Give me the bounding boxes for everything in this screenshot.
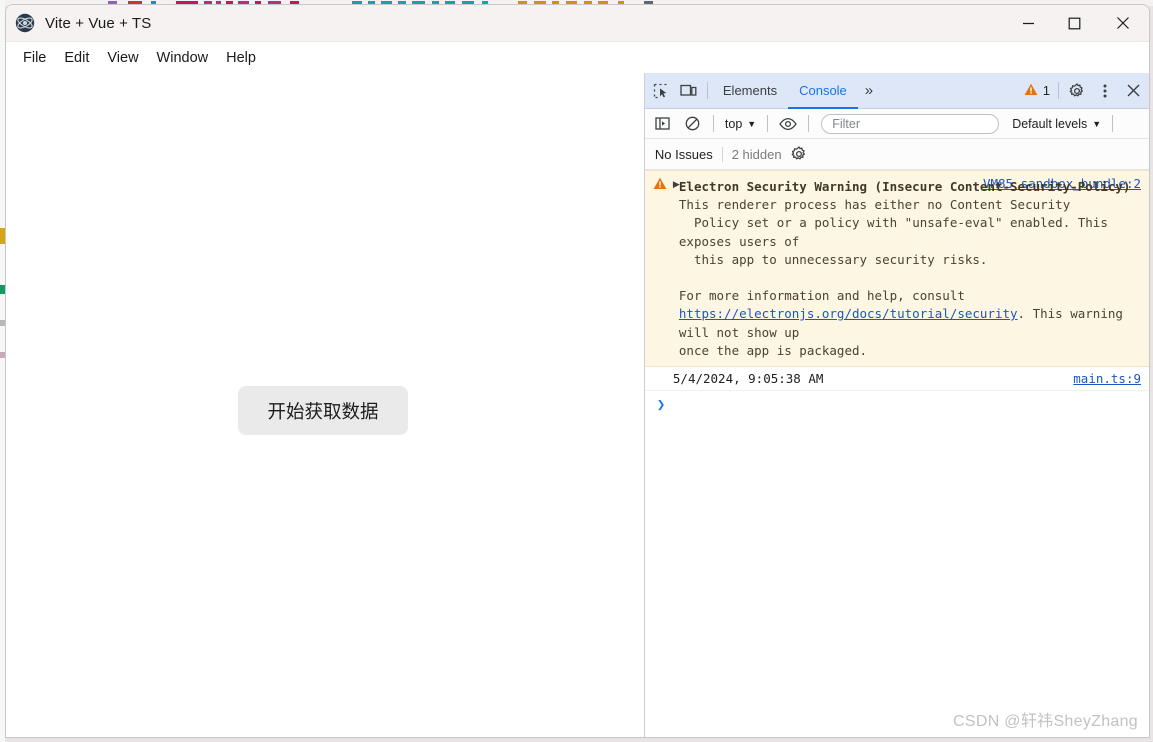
filterbar-divider-4: [1112, 115, 1114, 132]
warning-message-body: Electron Security Warning (Insecure Cont…: [653, 178, 1141, 360]
title-bar: Vite + Vue + TS: [6, 5, 1149, 42]
issues-bar: No Issues 2 hidden: [644, 139, 1149, 170]
warning-title: Electron Security Warning (Insecure Cont…: [678, 179, 1131, 194]
issues-divider: [721, 146, 723, 162]
console-filter-input[interactable]: [821, 113, 1000, 134]
console-message-list[interactable]: ▶ VM85 sandbox_bundle:2 Electron Securit…: [644, 170, 1149, 737]
console-sidebar-icon[interactable]: [649, 110, 677, 138]
more-vertical-icon[interactable]: [1091, 77, 1119, 105]
devtools-panel: Elements Console » 1 top ▼ Filter Defaul…: [643, 73, 1149, 737]
window-title: Vite + Vue + TS: [45, 14, 152, 32]
execution-context-select[interactable]: top ▼: [720, 117, 761, 131]
log-levels-select[interactable]: Default levels ▼: [1007, 117, 1106, 131]
live-expression-icon[interactable]: [774, 110, 802, 138]
menu-item-file[interactable]: File: [14, 47, 55, 69]
menu-item-edit[interactable]: Edit: [55, 47, 98, 69]
tab-elements[interactable]: Elements: [712, 73, 788, 109]
log-message-text: 5/4/2024, 9:05:38 AM: [672, 371, 824, 387]
menu-item-help[interactable]: Help: [217, 47, 265, 69]
app-window: Vite + Vue + TS File Edit View Window He…: [5, 4, 1150, 738]
gear-icon[interactable]: [1063, 77, 1091, 105]
warning-line-4: For more information and help, consult: [678, 288, 965, 304]
chevron-down-icon: ▼: [747, 118, 757, 129]
context-label: top: [724, 116, 743, 131]
log-source-link[interactable]: main.ts:9: [1073, 371, 1141, 386]
console-prompt-row[interactable]: ❯: [645, 391, 1149, 419]
menu-item-view[interactable]: View: [98, 47, 147, 69]
filterbar-divider: [712, 115, 714, 132]
console-filter-bar: top ▼ Default levels ▼: [644, 109, 1149, 139]
prompt-caret-icon: ❯: [656, 397, 666, 414]
warning-triangle-icon: [1024, 83, 1038, 99]
warning-line-3: this app to unnecessary security risks.: [678, 251, 988, 267]
window-controls: [1005, 5, 1149, 41]
csdn-watermark: CSDN @轩祎SheyZhang: [953, 713, 1138, 730]
issues-settings-gear-icon[interactable]: [791, 146, 807, 162]
close-button[interactable]: [1097, 5, 1149, 41]
maximize-button[interactable]: [1051, 5, 1097, 41]
no-issues-label[interactable]: No Issues: [655, 147, 713, 162]
warning-line-6: once the app is packaged.: [678, 342, 868, 358]
tab-console[interactable]: Console: [788, 73, 858, 109]
console-warning-entry[interactable]: ▶ VM85 sandbox_bundle:2 Electron Securit…: [644, 170, 1149, 368]
device-toolbar-icon[interactable]: [675, 77, 703, 105]
filterbar-divider-3: [808, 115, 810, 132]
log-levels-label: Default levels: [1012, 116, 1088, 131]
console-log-entry[interactable]: 5/4/2024, 9:05:38 AM main.ts:9: [644, 367, 1149, 392]
filterbar-divider-2: [767, 115, 769, 132]
menu-bar: File Edit View Window Help: [6, 42, 1149, 73]
warning-triangle-icon-2: [653, 177, 667, 193]
window-body: 开始获取数据 Elements Console » 1 top ▼ Filter…: [6, 73, 1149, 737]
minimize-button[interactable]: [1005, 5, 1051, 41]
electron-security-docs-link[interactable]: https://electronjs.org/docs/tutorial/sec…: [679, 306, 1018, 321]
clear-console-icon[interactable]: [679, 110, 707, 138]
hidden-messages-label[interactable]: 2 hidden: [732, 147, 782, 162]
electron-atom-icon: [15, 13, 35, 33]
toolbar-divider-2: [1058, 82, 1059, 99]
devtools-close-icon[interactable]: [1119, 77, 1147, 105]
more-tabs-icon[interactable]: »: [858, 82, 880, 99]
devtools-tab-bar: Elements Console » 1: [644, 73, 1149, 109]
chevron-down-icon-2: ▼: [1092, 118, 1102, 129]
warning-line-1: This renderer process has either no Cont…: [678, 197, 1071, 213]
menu-item-window[interactable]: Window: [148, 47, 218, 69]
warning-line-2: Policy set or a policy with "unsafe-eval…: [678, 215, 1116, 249]
fetch-data-button[interactable]: 开始获取数据: [238, 386, 408, 435]
warning-count-label: 1: [1042, 83, 1050, 98]
warning-count-indicator[interactable]: 1: [1024, 83, 1054, 99]
inspect-element-icon[interactable]: [647, 77, 675, 105]
toolbar-divider: [706, 82, 708, 99]
renderer-page-area: 开始获取数据: [6, 73, 644, 737]
